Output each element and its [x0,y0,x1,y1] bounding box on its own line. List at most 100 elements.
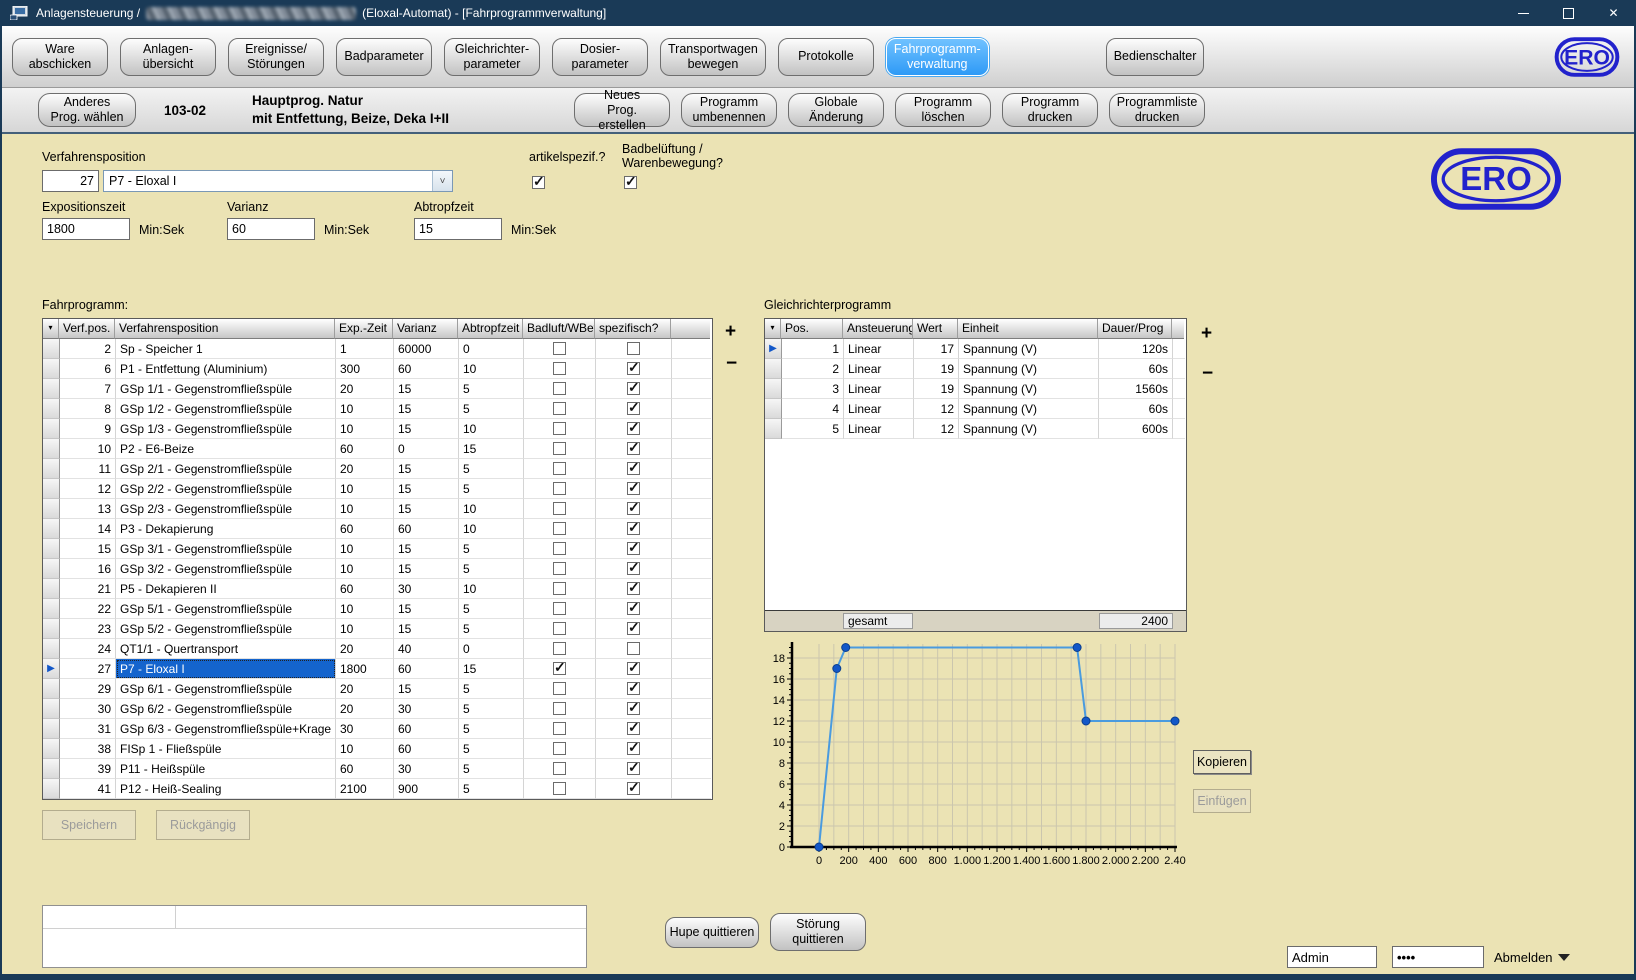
cell-badluft[interactable] [524,779,596,799]
cell-name[interactable]: QT1/1 - Quertransport [116,639,336,659]
column-header-einheit[interactable]: Einheit [958,319,1098,339]
button-globale-nderung[interactable]: Globale Änderung [788,93,884,127]
cell-drip[interactable]: 5 [459,479,524,499]
cell-badluft[interactable] [524,599,596,619]
cell-exp[interactable]: 60 [336,759,394,779]
badluft-checkbox[interactable] [553,442,566,455]
table-row[interactable]: 7GSp 1/1 - Gegenstromfließspüle20155 [43,379,712,399]
cell-spez[interactable] [596,599,672,619]
badluft-checkbox[interactable] [553,482,566,495]
cell-drip[interactable]: 5 [459,379,524,399]
cell-spez[interactable] [596,439,672,459]
fault-ack-button[interactable]: Störung quittieren [770,913,866,951]
cell-pos[interactable]: 38 [60,739,116,759]
cell-spez[interactable] [596,479,672,499]
spez-checkbox[interactable] [627,522,640,535]
spez-checkbox[interactable] [627,422,640,435]
cell-exp[interactable]: 20 [336,379,394,399]
table-row[interactable]: 30GSp 6/2 - Gegenstromfließspüle20305 [43,699,712,719]
spez-checkbox[interactable] [627,382,640,395]
cell-name[interactable]: GSp 1/2 - Gegenstromfließspüle [116,399,336,419]
varianz-input[interactable]: 60 [227,218,315,240]
close-button[interactable]: ✕ [1591,0,1636,26]
cell-spez[interactable] [596,779,672,799]
cell-badluft[interactable] [524,539,596,559]
column-header-badluft[interactable]: Badluft/WBew. [523,319,595,339]
button-programm-umbenennen[interactable]: Programm umbenennen [681,93,777,127]
cell-var[interactable]: 0 [394,439,459,459]
cell-badluft[interactable] [524,419,596,439]
tab-protokolle[interactable]: Protokolle [778,38,874,76]
table-row[interactable]: 3Linear19Spannung (V)1560s [765,379,1186,399]
row-selector[interactable] [43,459,60,479]
user-input[interactable]: Admin [1287,946,1377,968]
cell-drip[interactable]: 5 [459,759,524,779]
cell-pos[interactable]: 16 [60,559,116,579]
cell-name[interactable]: GSp 2/2 - Gegenstromfließspüle [116,479,336,499]
cell-drip[interactable]: 5 [459,539,524,559]
row-selector[interactable] [765,379,782,399]
cell-var[interactable]: 15 [394,599,459,619]
column-header-pos[interactable]: Verf.pos. [59,319,115,339]
row-selector[interactable] [43,719,60,739]
table-row[interactable]: ▶27P7 - Eloxal I18006015 [43,659,712,679]
cell-ansteuerung[interactable]: Linear [844,419,914,439]
table-row[interactable]: 12GSp 2/2 - Gegenstromfließspüle10155 [43,479,712,499]
column-header-drip[interactable]: Abtropfzeit [458,319,523,339]
cell-pos[interactable]: 11 [60,459,116,479]
cell-drip[interactable]: 0 [459,339,524,359]
table-row[interactable]: 39P11 - Heißspüle60305 [43,759,712,779]
row-selector[interactable] [43,699,60,719]
cell-exp[interactable]: 60 [336,519,394,539]
cell-exp[interactable]: 300 [336,359,394,379]
row-selector[interactable] [43,339,60,359]
table-row[interactable]: 2Sp - Speicher 11600000 [43,339,712,359]
cell-badluft[interactable] [524,339,596,359]
cell-ansteuerung[interactable]: Linear [844,399,914,419]
cell-drip[interactable]: 10 [459,359,524,379]
cell-drip[interactable]: 5 [459,399,524,419]
expositionszeit-input[interactable]: 1800 [42,218,130,240]
cell-var[interactable]: 30 [394,699,459,719]
cell-pos[interactable]: 4 [782,399,844,419]
cell-badluft[interactable] [524,579,596,599]
cell-exp[interactable]: 20 [336,459,394,479]
cell-spez[interactable] [596,399,672,419]
cell-pos[interactable]: 24 [60,639,116,659]
column-header-ansteuerung[interactable]: Ansteuerung [843,319,913,339]
cell-spez[interactable] [596,699,672,719]
cell-pos[interactable]: 12 [60,479,116,499]
cell-spez[interactable] [596,359,672,379]
spez-checkbox[interactable] [627,342,640,355]
spez-checkbox[interactable] [627,562,640,575]
cell-drip[interactable]: 10 [459,519,524,539]
copy-button[interactable]: Kopieren [1193,750,1251,774]
cell-name[interactable]: GSp 1/3 - Gegenstromfließspüle [116,419,336,439]
cell-name[interactable]: GSp 6/2 - Gegenstromfließspüle [116,699,336,719]
badluft-checkbox[interactable] [553,462,566,475]
badluft-checkbox[interactable] [553,502,566,515]
cell-badluft[interactable] [524,679,596,699]
cell-exp[interactable]: 10 [336,739,394,759]
table-row[interactable]: 15GSp 3/1 - Gegenstromfließspüle10155 [43,539,712,559]
cell-wert[interactable]: 19 [914,379,959,399]
cell-dauer[interactable]: 600s [1099,419,1173,439]
cell-badluft[interactable] [524,479,596,499]
button-programm-l-schen[interactable]: Programm löschen [895,93,991,127]
cell-drip[interactable]: 5 [459,779,524,799]
cell-wert[interactable]: 17 [914,339,959,359]
row-selector[interactable] [43,619,60,639]
cell-drip[interactable]: 5 [459,559,524,579]
cell-var[interactable]: 15 [394,539,459,559]
row-selector[interactable] [43,759,60,779]
cell-badluft[interactable] [524,519,596,539]
cell-drip[interactable]: 5 [459,619,524,639]
cell-pos[interactable]: 6 [60,359,116,379]
badluft-checkbox[interactable] [553,562,566,575]
table-row[interactable]: 5Linear12Spannung (V)600s [765,419,1186,439]
button-programmliste-drucken[interactable]: Programmliste drucken [1109,93,1205,127]
table-row[interactable]: 11GSp 2/1 - Gegenstromfließspüle20155 [43,459,712,479]
cell-spez[interactable] [596,499,672,519]
cell-pos[interactable]: 21 [60,579,116,599]
row-selector[interactable] [43,639,60,659]
